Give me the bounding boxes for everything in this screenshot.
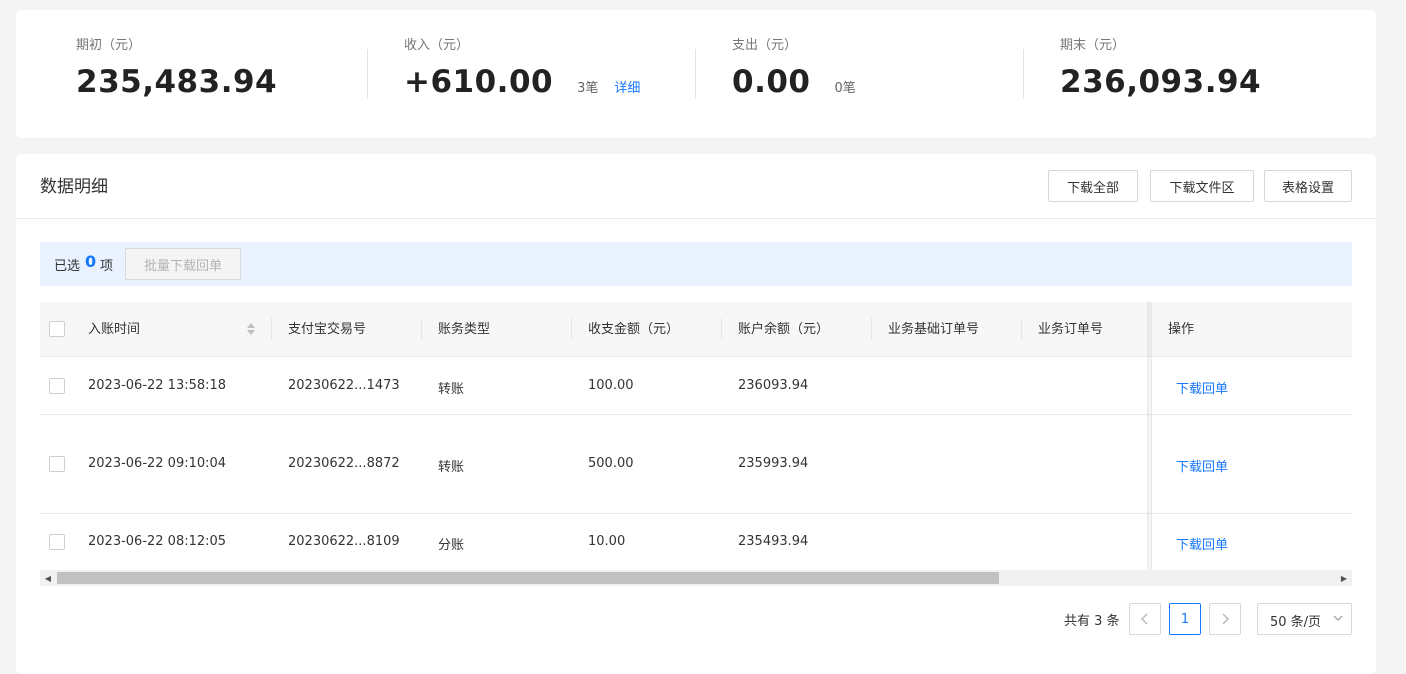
scrollbar-thumb[interactable] [57, 572, 999, 584]
column-divider [871, 318, 872, 340]
data-detail-panel: 数据明细 下载全部 下载文件区 表格设置 已选 0 项 批量下载回单 入账时间 … [16, 154, 1376, 674]
cell-amount: 10.00 [588, 534, 626, 549]
expense-label: 支出（元） [732, 38, 798, 53]
scroll-left-icon[interactable]: ◀ [40, 570, 56, 586]
table-row: 2023-06-22 08:12:05 20230622...8109 分账 1… [40, 514, 1352, 570]
closing-balance-stat: 期末（元） 236,093.94 [1060, 36, 1261, 102]
page-size-value: 50 条/页 [1270, 615, 1322, 630]
cell-trade-no: 20230622...1473 [288, 378, 400, 393]
table-settings-button[interactable]: 表格设置 [1264, 170, 1352, 202]
page-number-button[interactable]: 1 [1169, 603, 1201, 635]
column-divider [421, 318, 422, 340]
table-row: 2023-06-22 09:10:04 20230622...8872 转账 5… [40, 415, 1352, 514]
cell-type: 转账 [438, 460, 465, 475]
closing-balance-value: 236,093.94 [1060, 64, 1262, 100]
row-checkbox[interactable] [49, 534, 65, 550]
selection-bar: 已选 0 项 批量下载回单 [40, 242, 1352, 286]
income-detail-link[interactable]: 详细 [614, 77, 640, 96]
cell-trade-no: 20230622...8872 [288, 456, 400, 471]
column-header-amount: 收支金额（元） [588, 322, 680, 337]
closing-balance-label: 期末（元） [1060, 38, 1126, 53]
panel-header: 数据明细 下载全部 下载文件区 表格设置 [16, 154, 1376, 219]
income-stat: 收入（元） +610.00 3笔 详细 [404, 36, 640, 102]
download-receipt-link[interactable]: 下载回单 [1176, 534, 1228, 553]
scroll-right-icon[interactable]: ▶ [1336, 570, 1352, 586]
row-checkbox[interactable] [49, 456, 65, 472]
cell-amount: 500.00 [588, 456, 634, 471]
next-page-icon [1222, 613, 1229, 625]
transactions-table: 入账时间 支付宝交易号 账务类型 收支金额（元） 账户余额（元） 业务基础订单号… [40, 302, 1352, 570]
horizontal-scrollbar[interactable]: ◀ ▶ [40, 570, 1352, 586]
row-checkbox[interactable] [49, 378, 65, 394]
expense-count: 0笔 [834, 81, 856, 96]
opening-balance-label: 期初（元） [76, 38, 142, 53]
column-divider [721, 318, 722, 340]
selection-prefix: 已选 [54, 259, 81, 274]
divider [1023, 49, 1024, 99]
cell-trade-no: 20230622...8109 [288, 534, 400, 549]
prev-page-button[interactable] [1129, 603, 1161, 635]
chevron-down-icon [1333, 615, 1343, 621]
income-count: 3笔 [577, 81, 599, 96]
fixed-column-border [1151, 302, 1152, 570]
select-all-checkbox[interactable] [49, 321, 65, 337]
divider [367, 49, 368, 99]
expense-stat: 支出（元） 0.00 0笔 [732, 36, 856, 102]
fixed-column-shadow [1147, 302, 1153, 570]
income-label: 收入（元） [404, 38, 470, 53]
pagination-total: 共有 3 条 [1064, 614, 1120, 629]
opening-balance-stat: 期初（元） 235,483.94 [76, 36, 277, 102]
page-size-select[interactable]: 50 条/页 [1257, 603, 1352, 635]
column-header-type: 账务类型 [438, 322, 491, 337]
column-header-balance: 账户余额（元） [738, 322, 830, 337]
download-receipt-link[interactable]: 下载回单 [1176, 378, 1228, 397]
divider [695, 49, 696, 99]
cell-balance: 236093.94 [738, 378, 809, 393]
cell-amount: 100.00 [588, 378, 634, 393]
sort-icon[interactable] [246, 322, 256, 336]
column-header-trade-no: 支付宝交易号 [288, 322, 367, 337]
selection-suffix: 项 [100, 259, 114, 274]
cell-time: 2023-06-22 09:10:04 [88, 456, 227, 471]
cell-type: 转账 [438, 382, 465, 397]
opening-balance-value: 235,483.94 [76, 64, 278, 100]
prev-page-icon [1141, 613, 1148, 625]
column-header-order: 业务订单号 [1038, 322, 1104, 337]
selection-count: 0 [85, 252, 97, 271]
column-divider [571, 318, 572, 340]
cell-time: 2023-06-22 13:58:18 [88, 378, 227, 393]
balance-summary: 期初（元） 235,483.94 收入（元） +610.00 3笔 详细 支出（… [16, 10, 1376, 138]
panel-title: 数据明细 [40, 177, 108, 197]
download-file-area-button[interactable]: 下载文件区 [1150, 170, 1254, 202]
column-header-action: 操作 [1168, 322, 1195, 337]
cell-balance: 235993.94 [738, 456, 809, 471]
cell-time: 2023-06-22 08:12:05 [88, 534, 227, 549]
expense-value: 0.00 [732, 64, 811, 100]
batch-download-button[interactable]: 批量下载回单 [125, 248, 241, 280]
column-divider [271, 318, 272, 340]
download-all-button[interactable]: 下载全部 [1048, 170, 1138, 202]
column-header-time: 入账时间 [88, 322, 141, 337]
column-header-base-order: 业务基础订单号 [888, 322, 980, 337]
cell-type: 分账 [438, 538, 465, 553]
next-page-button[interactable] [1209, 603, 1241, 635]
download-receipt-link[interactable]: 下载回单 [1176, 456, 1228, 475]
column-divider [1021, 318, 1022, 340]
table-header: 入账时间 支付宝交易号 账务类型 收支金额（元） 账户余额（元） 业务基础订单号… [40, 302, 1352, 357]
cell-balance: 235493.94 [738, 534, 809, 549]
income-value: +610.00 [404, 64, 554, 100]
table-row: 2023-06-22 13:58:18 20230622...1473 转账 1… [40, 357, 1352, 415]
